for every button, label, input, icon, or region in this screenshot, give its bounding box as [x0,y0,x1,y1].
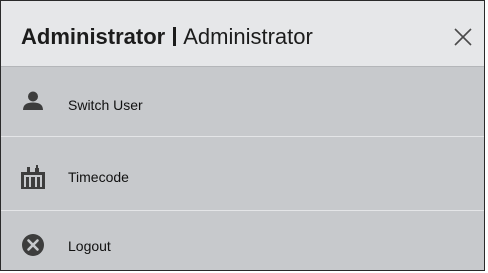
panel-header: Administrator Administrator [1,1,484,67]
close-button[interactable] [453,27,473,47]
panel-title: Administrator Administrator [21,24,313,50]
menu-item-label: Timecode [68,169,129,185]
menu-item-switch-user[interactable]: Switch User [1,67,484,137]
close-icon [454,28,472,46]
menu-item-timecode[interactable]: Timecode [1,141,484,211]
user-icon [23,91,43,110]
menu-item-label: Logout [68,238,111,254]
logout-icon [22,234,44,256]
menu-item-label: Switch User [68,97,143,113]
menu-item-logout[interactable]: Logout [1,212,484,270]
admin-menu-panel: Administrator Administrator Switch User [0,0,485,271]
title-user: Administrator [183,24,313,49]
title-separator [173,27,177,46]
title-role: Administrator [21,24,166,49]
timecode-icon [21,165,45,189]
